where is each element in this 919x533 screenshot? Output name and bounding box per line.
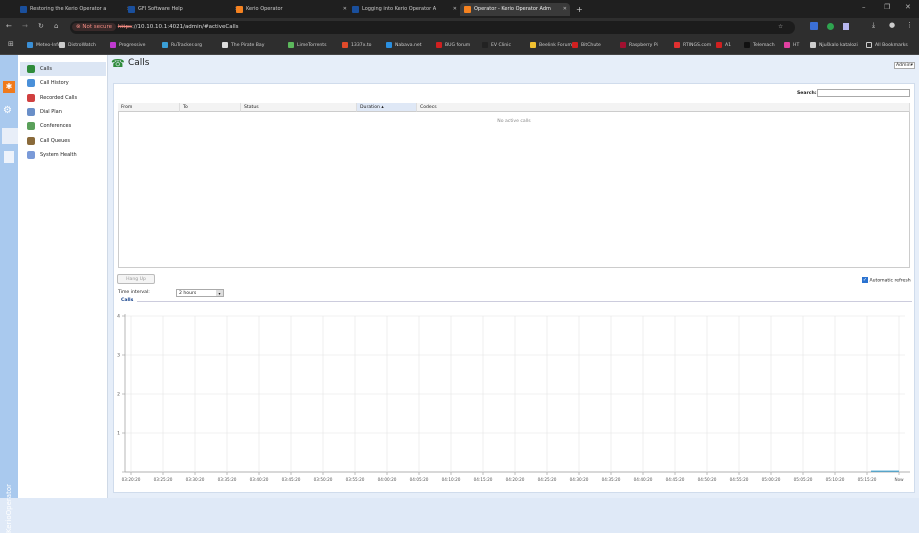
- x-tick-label: 03:35:20: [218, 477, 237, 482]
- x-tick-label: 04:20:20: [506, 477, 525, 482]
- x-tick-label: 03:30:20: [186, 477, 205, 482]
- x-tick-label: 04:30:20: [570, 477, 589, 482]
- x-tick-label: 04:50:20: [698, 477, 717, 482]
- x-tick-label: 05:10:20: [826, 477, 845, 482]
- y-tick-label: 4: [117, 314, 120, 320]
- x-tick-label: 03:55:20: [346, 477, 365, 482]
- calls-chart: 1 2 3 4 03:20:20 03:25:20 03:30:20 03:35:20 03:4…: [117, 314, 910, 482]
- x-tick-label: 04:05:20: [410, 477, 429, 482]
- x-tick-label: Now: [894, 477, 904, 482]
- x-tick-label: 03:45:20: [282, 477, 301, 482]
- x-tick-label: 04:45:20: [666, 477, 685, 482]
- x-tick-label: 04:40:20: [634, 477, 653, 482]
- x-tick-label: 04:25:20: [538, 477, 557, 482]
- x-tick-label: 05:15:20: [858, 477, 877, 482]
- y-tick-label: 3: [117, 353, 120, 359]
- x-tick-label: 05:00:20: [762, 477, 781, 482]
- x-tick-label: 04:00:20: [378, 477, 397, 482]
- x-tick-label: 04:35:20: [602, 477, 621, 482]
- x-tick-label: 03:50:20: [314, 477, 333, 482]
- x-tick-label: 04:10:20: [442, 477, 461, 482]
- x-tick-label: 03:25:20: [154, 477, 173, 482]
- y-tick-label: 2: [117, 392, 120, 398]
- x-tick-label: 05:05:20: [794, 477, 813, 482]
- y-tick-label: 1: [117, 431, 120, 437]
- x-tick-label: 03:40:20: [250, 477, 269, 482]
- x-tick-label: 04:15:20: [474, 477, 493, 482]
- x-tick-label: 04:55:20: [730, 477, 749, 482]
- x-tick-label: 03:20:20: [122, 477, 141, 482]
